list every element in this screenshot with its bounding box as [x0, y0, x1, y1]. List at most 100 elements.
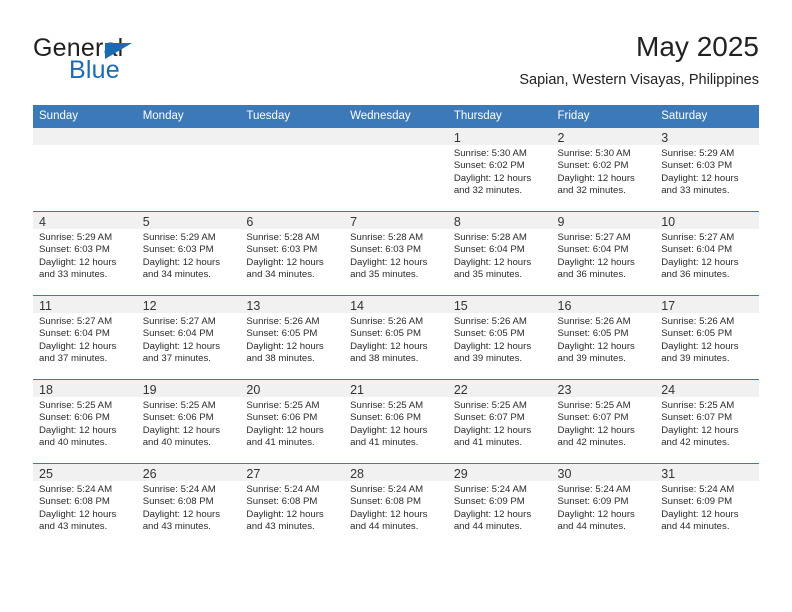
- daylight-text: Daylight: 12 hours: [557, 340, 635, 352]
- calendar-day-cell[interactable]: 15 Sunrise: 5:26 AM Sunset: 6:05 PM Dayligh…: [447, 295, 552, 380]
- calendar-day-cell[interactable]: 27 Sunrise: 5:24 AM Sunset: 6:08 PM Dayligh…: [240, 463, 345, 547]
- calendar-day-cell[interactable]: 31 Sunrise: 5:24 AM Sunset: 6:09 PM Dayligh…: [655, 463, 759, 547]
- day-number: 6: [246, 215, 254, 229]
- day-number: 2: [557, 131, 565, 145]
- calendar-day-cell[interactable]: 6 Sunrise: 5:28 AM Sunset: 6:03 PM Daylight…: [240, 211, 345, 296]
- calendar-day-cell[interactable]: 5 Sunrise: 5:29 AM Sunset: 6:03 PM Daylight…: [136, 211, 241, 296]
- daylight-text-cont: and 36 minutes.: [661, 269, 730, 281]
- daylight-text: Daylight: 12 hours: [661, 256, 739, 268]
- daylight-text: Daylight: 12 hours: [661, 508, 739, 520]
- calendar-page: General Blue May 2025 Sapian, Western Vi…: [0, 0, 792, 612]
- daylight-text: Daylight: 12 hours: [39, 256, 117, 268]
- calendar-day-cell[interactable]: 26 Sunrise: 5:24 AM Sunset: 6:08 PM Dayligh…: [136, 463, 241, 547]
- calendar-day-cell[interactable]: 8 Sunrise: 5:28 AM Sunset: 6:04 PM Daylight…: [447, 211, 552, 296]
- sunrise-text: Sunrise: 5:28 AM: [453, 232, 527, 243]
- title-block: May 2025 Sapian, Western Visayas, Philip…: [519, 30, 759, 91]
- sunrise-text: Sunrise: 5:25 AM: [661, 400, 735, 411]
- brand-name-bottom: Blue: [69, 56, 120, 84]
- sunrise-text: Sunrise: 5:26 AM: [453, 316, 527, 327]
- sunrise-text: Sunrise: 5:25 AM: [246, 400, 320, 411]
- day-cell-inner: 6 Sunrise: 5:28 AM Sunset: 6:03 PM Daylight…: [240, 212, 345, 295]
- calendar-day-cell[interactable]: 1 Sunrise: 5:30 AM Sunset: 6:02 PM Daylight…: [447, 128, 552, 212]
- day-cell-details: Sunrise: 5:30 AM Sunset: 6:02 PM Daylight:…: [552, 145, 656, 198]
- sunset-text: Sunset: 6:06 PM: [246, 412, 318, 424]
- calendar-day-cell[interactable]: 10 Sunrise: 5:27 AM Sunset: 6:04 PM Dayligh…: [655, 211, 759, 296]
- brand-logo[interactable]: General Blue: [33, 34, 273, 92]
- day-cell-inner: 27 Sunrise: 5:24 AM Sunset: 6:08 PM Dayligh…: [240, 464, 345, 547]
- day-number: 25: [39, 467, 53, 481]
- day-cell-details: Sunrise: 5:29 AM Sunset: 6:03 PM Daylight:…: [33, 229, 137, 282]
- sunset-text: Sunset: 6:07 PM: [453, 412, 525, 424]
- day-cell-inner: 28 Sunrise: 5:24 AM Sunset: 6:08 PM Dayligh…: [344, 464, 448, 547]
- day-number-band: [344, 128, 448, 145]
- day-cell-inner: 9 Sunrise: 5:27 AM Sunset: 6:04 PM Daylight…: [551, 212, 656, 295]
- day-cell-inner: 29 Sunrise: 5:24 AM Sunset: 6:09 PM Dayligh…: [447, 464, 552, 547]
- day-number: 30: [557, 467, 572, 481]
- daylight-text: Daylight: 12 hours: [350, 508, 428, 520]
- calendar-day-cell[interactable]: 23 Sunrise: 5:25 AM Sunset: 6:07 PM Dayligh…: [551, 379, 656, 464]
- day-number: 7: [350, 215, 358, 229]
- day-cell-details: Sunrise: 5:29 AM Sunset: 6:03 PM Daylight:…: [655, 145, 759, 198]
- calendar-day-cell[interactable]: 7 Sunrise: 5:28 AM Sunset: 6:03 PM Daylight…: [344, 211, 448, 296]
- daylight-text-cont: and 32 minutes.: [557, 185, 626, 197]
- day-cell-details: [240, 145, 344, 148]
- weekday-header-sunday: Sunday: [33, 105, 137, 128]
- calendar-day-cell[interactable]: 21 Sunrise: 5:25 AM Sunset: 6:06 PM Dayligh…: [344, 379, 448, 464]
- calendar-day-cell[interactable]: 12 Sunrise: 5:27 AM Sunset: 6:04 PM Dayligh…: [136, 295, 241, 380]
- calendar-day-cell[interactable]: 9 Sunrise: 5:27 AM Sunset: 6:04 PM Daylight…: [551, 211, 656, 296]
- daylight-text-cont: and 39 minutes.: [453, 353, 523, 365]
- daylight-text: Daylight: 12 hours: [246, 424, 324, 436]
- calendar-day-cell[interactable]: 20 Sunrise: 5:25 AM Sunset: 6:06 PM Dayligh…: [240, 379, 345, 464]
- calendar-day-cell[interactable]: 30 Sunrise: 5:24 AM Sunset: 6:09 PM Dayligh…: [551, 463, 656, 547]
- day-number: 14: [350, 299, 365, 313]
- calendar-day-cell[interactable]: 3 Sunrise: 5:29 AM Sunset: 6:03 PM Daylight…: [655, 128, 759, 212]
- calendar-day-cell[interactable]: 2 Sunrise: 5:30 AM Sunset: 6:02 PM Daylight…: [551, 128, 656, 212]
- daylight-text-cont: and 43 minutes.: [246, 521, 315, 533]
- day-cell-inner: 11 Sunrise: 5:27 AM Sunset: 6:04 PM Dayligh…: [33, 296, 137, 379]
- daylight-text-cont: and 42 minutes.: [661, 437, 730, 449]
- daylight-text: Daylight: 12 hours: [246, 340, 324, 352]
- calendar-day-cell[interactable]: 22 Sunrise: 5:25 AM Sunset: 6:07 PM Dayligh…: [447, 379, 552, 464]
- calendar-day-cell[interactable]: 14 Sunrise: 5:26 AM Sunset: 6:05 PM Dayligh…: [344, 295, 448, 380]
- day-cell-inner: 16 Sunrise: 5:26 AM Sunset: 6:05 PM Dayligh…: [551, 296, 656, 379]
- day-cell-details: Sunrise: 5:24 AM Sunset: 6:08 PM Daylight:…: [344, 481, 448, 534]
- day-number: 5: [142, 215, 150, 229]
- calendar-day-cell[interactable]: 11 Sunrise: 5:27 AM Sunset: 6:04 PM Dayligh…: [33, 295, 137, 380]
- calendar-day-cell[interactable]: 18 Sunrise: 5:25 AM Sunset: 6:06 PM Dayligh…: [33, 379, 137, 464]
- day-number: 11: [39, 299, 52, 313]
- sunrise-text: Sunrise: 5:29 AM: [142, 232, 216, 243]
- day-number: 19: [142, 383, 157, 397]
- page-header: General Blue May 2025 Sapian, Western Vi…: [33, 30, 759, 98]
- calendar-day-cell[interactable]: 16 Sunrise: 5:26 AM Sunset: 6:05 PM Dayligh…: [551, 295, 656, 380]
- calendar-day-cell[interactable]: 17 Sunrise: 5:26 AM Sunset: 6:05 PM Dayligh…: [655, 295, 759, 380]
- calendar-day-cell[interactable]: 13 Sunrise: 5:26 AM Sunset: 6:05 PM Dayligh…: [240, 295, 345, 380]
- daylight-text-cont: and 43 minutes.: [39, 521, 108, 533]
- calendar-day-cell[interactable]: 4 Sunrise: 5:29 AM Sunset: 6:03 PM Daylight…: [33, 211, 137, 296]
- page-subtitle: Sapian, Western Visayas, Philippines: [519, 72, 759, 88]
- sunset-text: Sunset: 6:03 PM: [246, 244, 318, 256]
- day-cell-inner: 2 Sunrise: 5:30 AM Sunset: 6:02 PM Daylight…: [551, 128, 656, 211]
- daylight-text-cont: and 32 minutes.: [453, 185, 523, 197]
- daylight-text-cont: and 33 minutes.: [661, 185, 730, 197]
- calendar-day-cell[interactable]: 24 Sunrise: 5:25 AM Sunset: 6:07 PM Dayligh…: [655, 379, 759, 464]
- daylight-text: Daylight: 12 hours: [453, 340, 532, 352]
- calendar-day-cell[interactable]: 19 Sunrise: 5:25 AM Sunset: 6:06 PM Dayligh…: [136, 379, 241, 464]
- calendar-day-cell[interactable]: 28 Sunrise: 5:24 AM Sunset: 6:08 PM Dayligh…: [344, 463, 448, 547]
- day-number: 10: [661, 215, 676, 229]
- day-cell-details: Sunrise: 5:27 AM Sunset: 6:04 PM Daylight:…: [655, 229, 759, 282]
- calendar-day-cell[interactable]: 25 Sunrise: 5:24 AM Sunset: 6:08 PM Dayligh…: [33, 463, 137, 547]
- sunrise-text: Sunrise: 5:26 AM: [661, 316, 735, 327]
- day-cell-inner: 3 Sunrise: 5:29 AM Sunset: 6:03 PM Daylight…: [655, 128, 759, 211]
- day-cell-inner: 31 Sunrise: 5:24 AM Sunset: 6:09 PM Dayligh…: [655, 464, 759, 547]
- daylight-text: Daylight: 12 hours: [557, 172, 635, 184]
- daylight-text-cont: and 34 minutes.: [246, 269, 315, 281]
- day-cell-details: Sunrise: 5:26 AM Sunset: 6:05 PM Daylight:…: [344, 313, 448, 366]
- daylight-text-cont: and 35 minutes.: [350, 269, 419, 281]
- day-cell-inner: 21 Sunrise: 5:25 AM Sunset: 6:06 PM Dayligh…: [344, 380, 448, 463]
- calendar-week-row: 18 Sunrise: 5:25 AM Sunset: 6:06 PM Dayligh…: [33, 379, 759, 464]
- day-number: 31: [661, 467, 676, 481]
- sunset-text: Sunset: 6:04 PM: [453, 244, 525, 256]
- day-cell-inner: 5 Sunrise: 5:29 AM Sunset: 6:03 PM Daylight…: [136, 212, 241, 295]
- sunrise-text: Sunrise: 5:25 AM: [453, 400, 527, 411]
- calendar-day-cell[interactable]: 29 Sunrise: 5:24 AM Sunset: 6:09 PM Dayligh…: [447, 463, 552, 547]
